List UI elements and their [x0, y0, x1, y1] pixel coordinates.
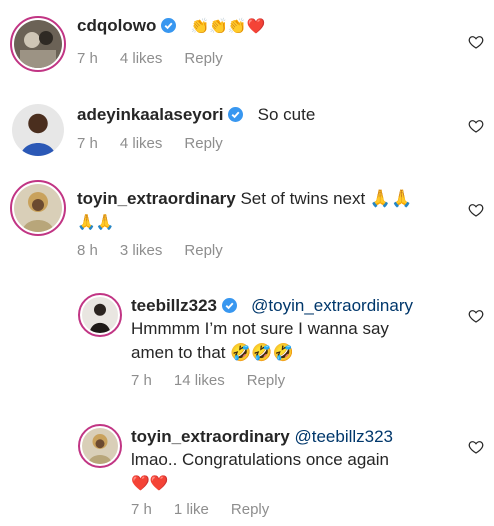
comment-time[interactable]: 8 h [77, 242, 98, 259]
username[interactable]: toyin_extraordinary [131, 427, 290, 446]
reply-button[interactable]: Reply [184, 135, 222, 152]
avatar[interactable] [78, 424, 122, 468]
heart-outline-icon[interactable] [468, 34, 484, 50]
comment-text: 👏👏👏❤️ [190, 17, 266, 35]
comment-text: Set of twins next 🙏🙏 [240, 189, 413, 208]
like-count[interactable]: 1 like [174, 501, 209, 518]
comment-time[interactable]: 7 h [77, 50, 98, 67]
heart-outline-icon[interactable] [468, 118, 484, 134]
comment-time[interactable]: 7 h [77, 135, 98, 152]
comment-time[interactable]: 7 h [131, 372, 152, 389]
avatar[interactable] [10, 16, 66, 72]
username[interactable]: adeyinkaalaseyori [77, 105, 223, 124]
heart-outline-icon[interactable] [468, 202, 484, 218]
like-count[interactable]: 4 likes [120, 135, 163, 152]
comment-text: lmao.. Congratulations once again [131, 450, 389, 469]
like-count[interactable]: 14 likes [174, 372, 225, 389]
verified-badge-icon [161, 18, 177, 33]
mention-link[interactable]: @teebillz323 [294, 427, 393, 446]
comment-text: So cute [257, 105, 316, 124]
comment-time[interactable]: 7 h [131, 501, 152, 518]
reply-button[interactable]: Reply [184, 242, 222, 259]
like-count[interactable]: 3 likes [120, 242, 163, 259]
comment-text-continued: 🙏🙏 [77, 213, 115, 231]
heart-outline-icon[interactable] [468, 308, 484, 324]
comment-text: Hmmmm I’m not sure I wanna say [131, 319, 389, 338]
comment-text-continued: amen to that 🤣🤣🤣 [131, 343, 294, 362]
username[interactable]: teebillz323 [131, 296, 217, 315]
verified-badge-icon [228, 107, 244, 122]
avatar[interactable] [78, 293, 122, 337]
username[interactable]: toyin_extraordinary [77, 189, 236, 208]
avatar[interactable] [10, 180, 66, 236]
avatar[interactable] [12, 104, 64, 156]
mention-link[interactable]: @toyin_extraordinary [251, 296, 413, 315]
reply-button[interactable]: Reply [247, 372, 285, 389]
like-count[interactable]: 4 likes [120, 50, 163, 67]
heart-outline-icon[interactable] [468, 439, 484, 455]
verified-badge-icon [222, 298, 237, 313]
comment-text-continued: ❤️❤️ [131, 474, 169, 492]
username[interactable]: cdqolowo [77, 16, 156, 35]
reply-button[interactable]: Reply [184, 50, 222, 67]
reply-button[interactable]: Reply [231, 501, 269, 518]
